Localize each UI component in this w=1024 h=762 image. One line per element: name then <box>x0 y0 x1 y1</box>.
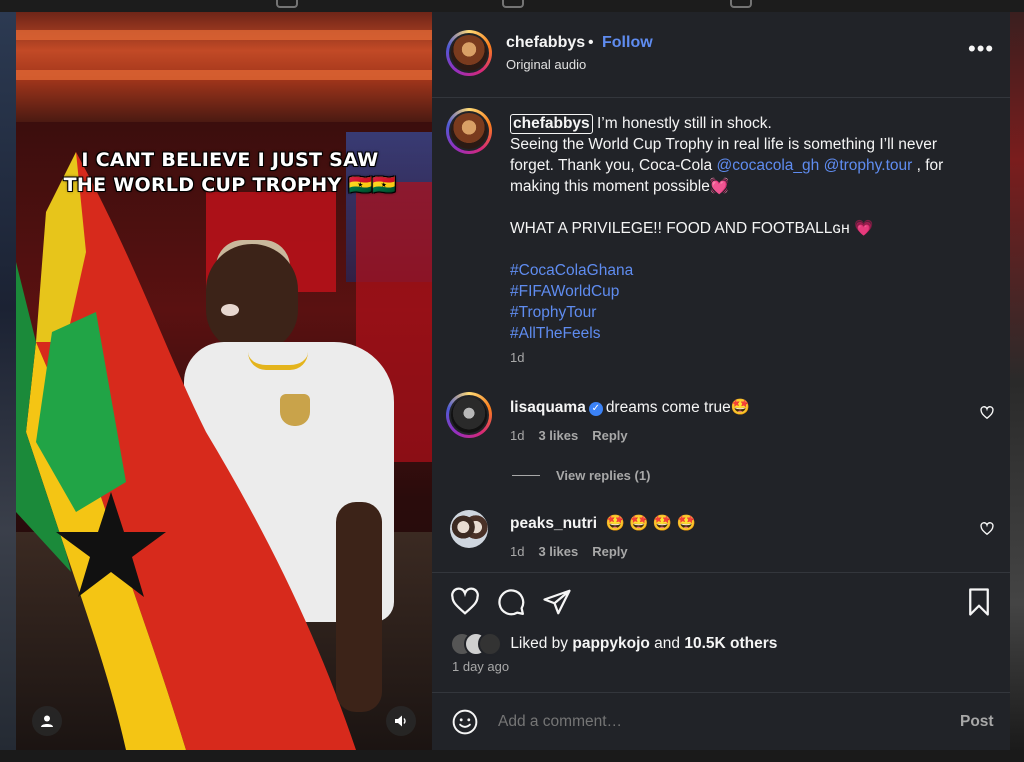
tagged-users-button[interactable] <box>32 706 62 736</box>
save-bookmark-icon[interactable] <box>964 587 994 617</box>
comment-input[interactable] <box>498 713 898 731</box>
commenter-avatar[interactable] <box>450 510 488 548</box>
comment-time[interactable]: 1d <box>510 428 524 443</box>
background-post-right <box>1010 12 1024 752</box>
post-comment-button[interactable]: Post <box>960 713 994 731</box>
comment-meta: 1d 3 likes Reply <box>510 544 642 559</box>
comment-text: dreams come true🤩 <box>605 399 751 416</box>
post-video[interactable]: I CANT BELIEVE I JUST SAW THE WORLD CUP … <box>16 12 432 750</box>
liker-username[interactable]: pappykojo <box>572 635 650 652</box>
post-date[interactable]: 1 day ago <box>452 659 509 674</box>
hashtag-allthefeels[interactable]: #AllTheFeels <box>510 325 600 342</box>
comment-body: lisaquama ✓ dreams come true🤩 <box>510 398 750 417</box>
commenter-avatar[interactable] <box>446 392 492 438</box>
comment-item: peaks_nutri 🤩 🤩 🤩 🤩 1d 3 likes Reply <box>448 508 998 568</box>
speaker-icon <box>395 715 406 727</box>
liker-avatars[interactable] <box>450 632 506 656</box>
mention-trophy-tour[interactable]: @trophy.tour <box>824 157 913 174</box>
likes-summary: Liked by pappykojo and 10.5K others <box>450 632 777 656</box>
follow-button[interactable]: Follow <box>602 34 653 52</box>
view-replies-button[interactable]: View replies (1) <box>512 468 650 483</box>
comment-bubble-icon[interactable] <box>496 587 526 617</box>
hashtag-trophytour[interactable]: #TrophyTour <box>510 304 596 321</box>
comment-composer: Post <box>432 692 1010 750</box>
post-header: chefabbys • Follow Original audio ••• <box>432 12 1010 98</box>
caption-privilege-line: WHAT A PRIVILEGE!! FOOD AND FOOTBALLɢʜ 💗 <box>510 220 874 237</box>
comment-likes[interactable]: 3 likes <box>538 544 578 559</box>
caption-line-1: I CANT BELIEVE I JUST SAW <box>81 149 379 171</box>
reply-button[interactable]: Reply <box>592 428 627 443</box>
like-heart-icon[interactable] <box>450 587 480 617</box>
header-separator: • <box>588 34 594 51</box>
mute-toggle-button[interactable] <box>386 706 416 736</box>
background-grid-bottom <box>0 750 1024 762</box>
reels-tab-icon <box>502 0 524 8</box>
post-caption: chefabbys I’m honestly still in shock. S… <box>510 113 980 344</box>
tagged-tab-icon <box>730 0 752 8</box>
hashtag-cocacolaghana[interactable]: #CocaColaGhana <box>510 262 633 279</box>
more-options-icon[interactable]: ••• <box>968 36 994 62</box>
background-post-left <box>0 12 16 752</box>
like-comment-heart-icon[interactable] <box>980 406 994 420</box>
commenter-username[interactable]: peaks_nutri <box>510 515 597 532</box>
comment-body: peaks_nutri 🤩 🤩 🤩 🤩 <box>510 514 696 533</box>
comment-text: 🤩 🤩 🤩 🤩 <box>605 515 696 532</box>
replies-divider <box>512 475 540 476</box>
caption-username[interactable]: chefabbys <box>510 114 593 134</box>
person-arm <box>336 502 382 712</box>
caption-author-avatar[interactable] <box>446 108 492 154</box>
caption-timestamp: 1d <box>510 350 525 365</box>
likes-middle: and <box>649 635 685 653</box>
reply-button[interactable]: Reply <box>592 544 627 559</box>
mention-cocacola-gh[interactable]: @cocacola_gh <box>717 157 820 174</box>
comment-likes[interactable]: 3 likes <box>538 428 578 443</box>
comment-meta: 1d 3 likes Reply <box>510 428 642 443</box>
caption-line-1: I’m honestly still in shock. <box>592 115 772 132</box>
user-icon <box>41 715 53 727</box>
post-modal: I CANT BELIEVE I JUST SAW THE WORLD CUP … <box>16 12 1010 750</box>
commenter-username[interactable]: lisaquama <box>510 399 586 416</box>
likes-prefix: Liked by <box>510 635 573 653</box>
author-username[interactable]: chefabbys <box>506 34 585 52</box>
author-avatar[interactable] <box>446 30 492 76</box>
grid-tab-icon <box>276 0 298 8</box>
liker-avatar <box>478 632 502 656</box>
comment-time[interactable]: 1d <box>510 544 524 559</box>
emoji-icon[interactable] <box>452 709 478 735</box>
audio-label[interactable]: Original audio <box>506 57 586 72</box>
likes-count[interactable]: 10.5K others <box>684 635 777 652</box>
post-side-panel: chefabbys • Follow Original audio ••• ch… <box>432 12 1010 750</box>
video-caption: I CANT BELIEVE I JUST SAW THE WORLD CUP … <box>60 148 400 198</box>
hashtag-fifaworldcup[interactable]: #FIFAWorldCup <box>510 283 619 300</box>
share-send-icon[interactable] <box>542 587 572 617</box>
caption-line-2: THE WORLD CUP TROPHY 🇬🇭🇬🇭 <box>63 174 397 196</box>
view-replies-label: View replies (1) <box>556 468 651 483</box>
post-actions <box>432 572 1010 618</box>
comment-item: lisaquama ✓ dreams come true🤩 1d 3 likes Rep… <box>446 392 998 462</box>
verified-badge-icon: ✓ <box>588 402 603 416</box>
like-comment-heart-icon[interactable] <box>980 522 994 536</box>
